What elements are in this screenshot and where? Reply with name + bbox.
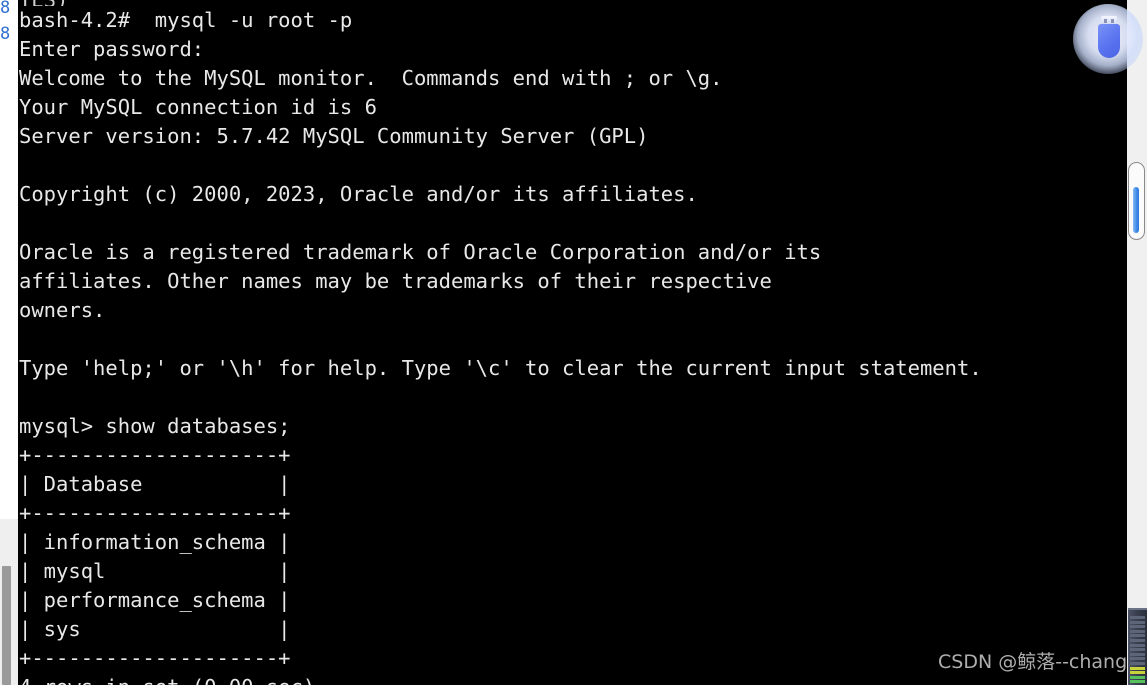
terminal-output: YES) bash-4.2# mysql -u root -p Enter pa… (18, 0, 1127, 685)
meter-segment (1130, 671, 1145, 675)
meter-segment (1130, 652, 1145, 656)
meter-segment (1130, 666, 1145, 670)
vertical-scrollbar-thumb[interactable] (1133, 187, 1139, 233)
meter-segment (1130, 639, 1145, 642)
meter-segment (1130, 675, 1145, 679)
result-table-row: | sys | (19, 617, 291, 641)
status-meter[interactable] (1128, 608, 1147, 685)
meter-segment (1130, 662, 1145, 665)
meter-segment (1130, 643, 1145, 647)
meter-segment (1130, 657, 1145, 661)
meter-segment (1130, 616, 1145, 619)
terminal-line: Copyright (c) 2000, 2023, Oracle and/or … (19, 182, 698, 206)
terminal-line-clipped-bottom: 4 rows in set (0.00 sec) (18, 673, 1127, 685)
left-gutter: 8 8 (0, 0, 18, 685)
usb-body-icon (1098, 24, 1120, 58)
terminal-line: Welcome to the MySQL monitor. Commands e… (19, 66, 723, 90)
terminal-line: owners. (19, 298, 106, 322)
right-strip (1127, 0, 1147, 685)
result-table-row: | performance_schema | (19, 588, 291, 612)
terminal-pane[interactable]: YES) bash-4.2# mysql -u root -p Enter pa… (18, 0, 1127, 685)
meter-segment (1130, 648, 1145, 652)
meter-segment (1130, 620, 1145, 624)
gutter-line-number: 8 (0, 24, 11, 44)
result-table-row: | information_schema | (19, 530, 291, 554)
result-table-border: +--------------------+ (19, 501, 291, 525)
left-scrollbar-thumb[interactable] (2, 566, 11, 685)
watermark: CSDN @鲸落--change (938, 651, 1127, 673)
meter-segment (1130, 629, 1145, 633)
meter-segment (1130, 634, 1145, 638)
meter-segment (1130, 625, 1145, 629)
usb-drive-icon[interactable] (1073, 4, 1143, 74)
gutter-line-number: 8 (0, 0, 11, 18)
result-table-row: | mysql | (19, 559, 291, 583)
vertical-scrollbar[interactable] (1128, 162, 1145, 240)
result-table-header: | Database | (19, 472, 291, 496)
terminal-line: bash-4.2# mysql -u root -p (19, 8, 353, 32)
left-scrollbar-track[interactable] (2, 566, 11, 685)
terminal-line: Your MySQL connection id is 6 (19, 95, 377, 119)
result-table-border: +--------------------+ (19, 443, 291, 467)
terminal-line: Type 'help;' or '\h' for help. Type '\c'… (19, 356, 982, 380)
terminal-line: Oracle is a registered trademark of Orac… (19, 240, 822, 264)
screen-root: 8 8 YES) bash-4.2# mysql -u root -p Ente… (0, 0, 1147, 685)
terminal-line: Enter password: (19, 37, 205, 61)
terminal-line: affiliates. Other names may be trademark… (19, 269, 772, 293)
terminal-line: Server version: 5.7.42 MySQL Community S… (19, 124, 649, 148)
meter-segment (1130, 680, 1145, 684)
terminal-prompt-line: mysql> show databases; (19, 414, 291, 438)
